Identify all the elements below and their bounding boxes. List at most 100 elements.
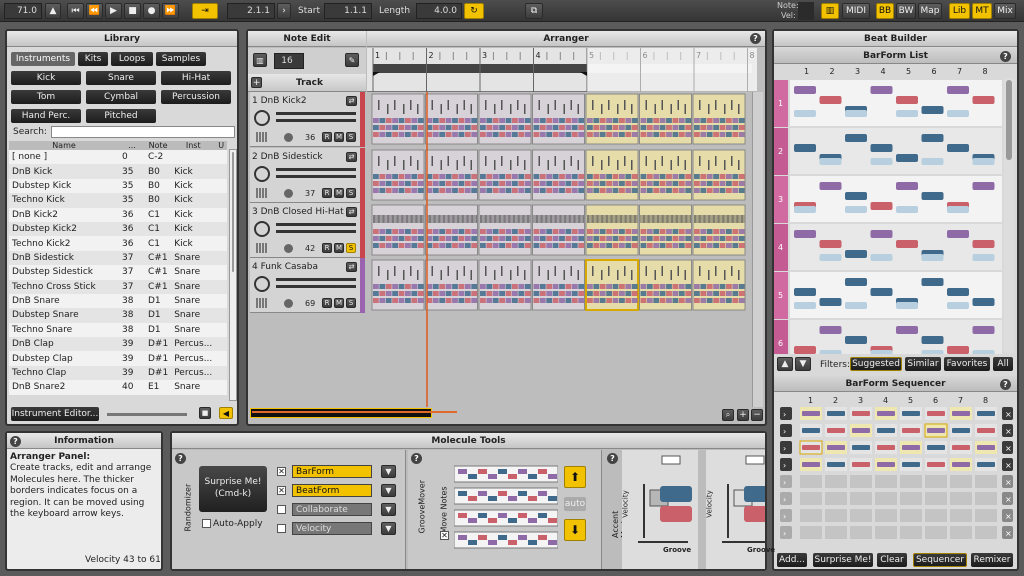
filter-favorites[interactable]: Favorites [944,357,990,371]
option-dropdown[interactable]: ▼ [381,522,396,535]
pan-knob[interactable] [254,110,270,126]
zoom-in-button[interactable]: + [737,409,749,421]
volume-slider[interactable] [276,223,356,226]
tab-samples[interactable]: Samples [156,52,206,66]
option-velocity[interactable]: Velocity [292,522,372,535]
piano-roll-button[interactable]: ▥ [253,53,267,67]
filter-similar[interactable]: Similar [905,357,941,371]
metronome-button[interactable]: ▲ [45,3,61,19]
option-barform[interactable]: BarForm [292,465,372,478]
bb-button[interactable]: BB [876,3,894,19]
forward-button[interactable]: ⏩ [162,3,179,19]
table-row[interactable]: DnB Sidestick 37 C#1 Snare [9,250,227,266]
arranger-hscroll[interactable] [250,408,432,418]
category-hand-perc[interactable]: Hand Perc. [11,109,81,123]
keyboard-button[interactable]: ▥ [821,3,839,19]
category-tom[interactable]: Tom [11,90,81,104]
record-arm-button[interactable]: R [322,298,332,308]
option-checkbox[interactable]: ✕ [277,486,286,495]
option-collaborate[interactable]: Collaborate [292,503,372,516]
table-row[interactable]: Techno Kick 35 B0 Kick [9,193,227,208]
mute-button[interactable]: M [334,298,344,308]
barform-scrollbar[interactable] [1004,78,1014,353]
table-row[interactable]: [ none ] 0 C-2 [9,150,227,165]
table-row[interactable]: Techno Cross Stick 37 C#1 Snare [9,279,227,294]
solo-button[interactable]: S [346,132,356,142]
help-icon[interactable]: ? [1000,51,1011,62]
move-down-button[interactable]: ⬇ [564,519,586,541]
pan-knob[interactable] [254,221,270,237]
stop-button[interactable]: ■ [124,3,141,19]
volume-slider[interactable] [276,168,356,171]
swap-icon[interactable]: ⇄ [346,207,357,217]
loop-mode-button[interactable]: ⇥ [192,3,218,19]
table-row[interactable]: Dubstep Kick2 36 C1 Kick [9,221,227,237]
filter-suggested[interactable]: Suggested [850,357,902,371]
surprise-me-button[interactable]: Surprise Me! [813,553,873,567]
midi-button[interactable]: MIDI [842,3,870,19]
swap-icon[interactable]: ⇄ [346,152,357,162]
zoom-out-button[interactable]: − [751,409,763,421]
lib-button[interactable]: Lib [949,3,970,19]
molecule-lanes[interactable] [367,92,757,407]
clear-button[interactable]: Clear [877,553,907,567]
option-checkbox[interactable] [277,505,286,514]
record-arm-button[interactable]: R [322,188,332,198]
velocity-slider[interactable] [276,230,356,233]
zoom-icon[interactable]: ⌕ [722,409,734,421]
solo-button[interactable]: S [346,243,356,253]
mix-button[interactable]: Mix [994,3,1016,19]
mute-button[interactable]: M [334,188,344,198]
pencil-button[interactable]: ✎ [345,53,359,67]
category-cymbal[interactable]: Cymbal [86,90,156,104]
move-up-button[interactable]: ⬆ [564,466,586,488]
search-input[interactable] [51,126,235,138]
play-button[interactable]: ▶ [105,3,122,19]
add-track-button[interactable]: + [251,77,262,88]
swap-icon[interactable]: ⇄ [346,96,357,106]
table-row[interactable]: DnB Clap 39 D#1 Percus... [9,337,227,352]
col-u[interactable]: U [215,141,227,150]
surprise-me-molecule-button[interactable]: Surprise Me! (Cmd-k) [199,466,267,512]
mute-button[interactable]: M [334,132,344,142]
category-pitched[interactable]: Pitched [86,109,156,123]
auto-apply-checkbox[interactable] [202,519,211,528]
category-percussion[interactable]: Percussion [161,90,231,104]
help-icon[interactable]: ? [10,436,21,447]
length-field[interactable]: 4.0.0 [416,3,462,19]
solo-button[interactable]: S [346,188,356,198]
swap-icon[interactable]: ⇄ [346,262,357,272]
arranger-vscroll[interactable] [752,92,763,407]
scroll-down-button[interactable]: ▼ [795,357,811,371]
help-icon[interactable]: ? [750,33,761,44]
mt-button[interactable]: MT [972,3,992,19]
speaker-button[interactable]: ◀ [219,407,233,419]
table-row[interactable]: DnB Kick2 36 C1 Kick [9,207,227,222]
tab-loops[interactable]: Loops [111,52,153,66]
col-inst[interactable]: Inst [171,141,215,150]
table-row[interactable]: Dubstep Sidestick 37 C#1 Snare [9,265,227,280]
auto-button[interactable]: auto [564,497,586,511]
pan-knob[interactable] [254,276,270,292]
col-note[interactable]: Note [145,141,171,150]
record-arm-button[interactable]: R [322,243,332,253]
table-row[interactable]: Dubstep Clap 39 D#1 Percus... [9,351,227,366]
rewind-button[interactable]: ⏪ [86,3,103,19]
clipboard-button[interactable]: ⧉ [525,3,543,19]
velocity-slider[interactable] [276,285,356,288]
velocity-slider[interactable] [276,175,356,178]
table-row[interactable]: Dubstep Kick 35 B0 Kick [9,178,227,194]
tempo-field[interactable]: 71.0 [4,3,42,19]
sequencer-tab[interactable]: Sequencer [913,553,967,567]
bw-button[interactable]: BW [896,3,916,19]
move-notes-checkbox[interactable]: ✕ [440,531,449,540]
option-beatform[interactable]: BeatForm [292,484,372,497]
start-field[interactable]: 1.1.1 [324,3,372,19]
table-row[interactable]: Techno Kick2 36 C1 Kick [9,236,227,251]
option-dropdown[interactable]: ▼ [381,503,396,516]
tab-kits[interactable]: Kits [78,52,108,66]
col-name[interactable]: Name [9,141,119,150]
track-name[interactable]: 4 Funk Casaba [252,262,318,272]
record-button[interactable]: ● [143,3,160,19]
add-button[interactable]: Add... [777,553,807,567]
